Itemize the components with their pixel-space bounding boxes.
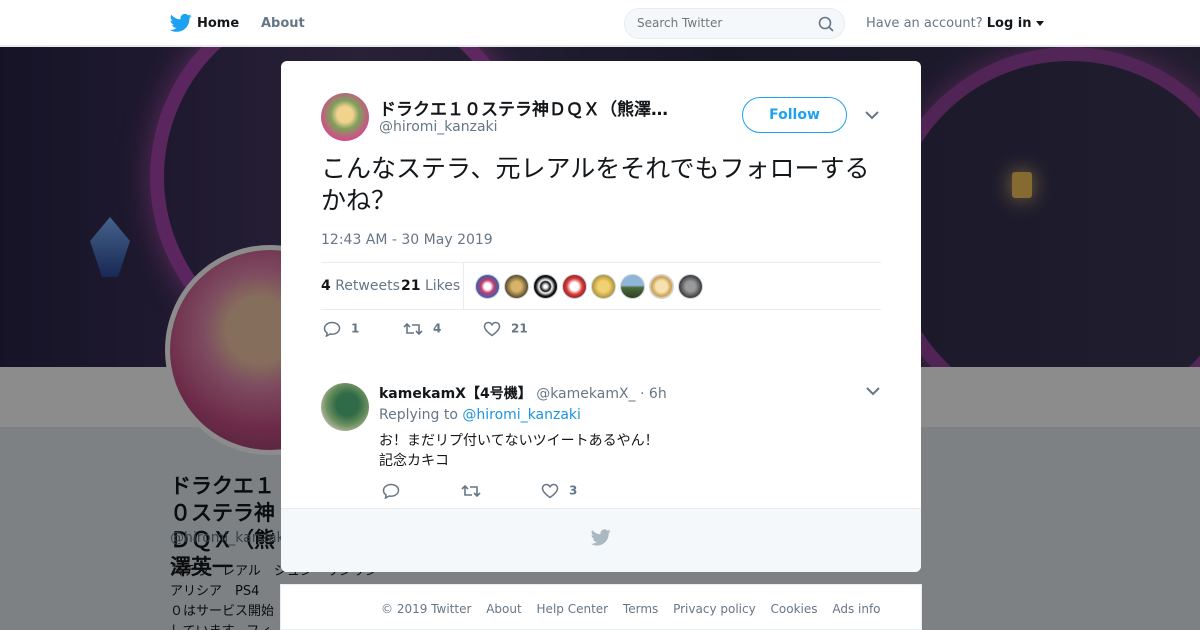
chevron-down-icon[interactable] [865, 111, 879, 120]
search-icon[interactable] [818, 16, 834, 32]
reply-icon[interactable] [382, 483, 400, 500]
liker-avatar[interactable] [533, 274, 558, 299]
like-count: 21 [511, 321, 528, 336]
footer-link-ads[interactable]: Ads info [832, 602, 880, 616]
footer-link-about[interactable]: About [486, 602, 521, 616]
reply-action[interactable]: 1 [323, 321, 360, 338]
liker-avatar[interactable] [591, 274, 616, 299]
login-link[interactable]: Log in [987, 16, 1032, 31]
footer-links: © 2019 Twitter About Help Center Terms P… [381, 602, 892, 616]
footer-copyright: © 2019 Twitter [381, 602, 472, 616]
reply-icon[interactable] [323, 321, 341, 338]
reply-like-count: 3 [569, 483, 578, 498]
tweet-text: こんなステラ、元レアルをそれでもフォローするかね？ [321, 154, 870, 215]
like-action[interactable]: 21 [483, 321, 528, 337]
follow-button[interactable]: Follow [742, 97, 847, 133]
author-handle[interactable]: @hiromi_kanzaki [379, 119, 498, 135]
liker-avatar[interactable] [504, 274, 529, 299]
replying-handle-link[interactable]: @hiromi_kanzaki [462, 407, 581, 423]
reply-header: kamekamX【4号機】 @kamekamX_ · 6h [379, 383, 667, 403]
top-nav: Home About Have an account? Log in [0, 0, 1200, 46]
tweet-modal: ドラクエ１０ステラ神ＤＱＸ（熊澤… @hiromi_kanzaki Follow… [281, 61, 921, 572]
liker-avatar[interactable] [475, 274, 500, 299]
footer-link-help[interactable]: Help Center [537, 602, 609, 616]
reply-text: お！まだリプ付いてないツイートあるやん！ 記念カキコ [379, 431, 659, 471]
tweet-timestamp[interactable]: 12:43 AM - 30 May 2019 [321, 232, 493, 248]
nav-about[interactable]: About [261, 16, 305, 31]
liker-avatar[interactable] [678, 274, 703, 299]
reply-retweet-action[interactable] [461, 483, 491, 499]
likes-stat[interactable]: 21 Likes [401, 278, 460, 294]
liker-avatar[interactable] [649, 274, 674, 299]
reply-text-line: 記念カキコ [379, 453, 449, 469]
likes-label: Likes [424, 278, 461, 294]
author-name[interactable]: ドラクエ１０ステラ神ＤＱＸ（熊澤… [379, 95, 689, 120]
caret-down-icon[interactable] [1035, 21, 1044, 27]
reply-author-name[interactable]: kamekamX【4号機】 [379, 386, 532, 402]
search-box[interactable] [624, 8, 845, 39]
author-avatar[interactable] [321, 93, 369, 141]
retweets-count: 4 [321, 278, 331, 294]
liker-avatar[interactable] [620, 274, 645, 299]
reply-actions: 3 [379, 481, 679, 503]
reply-time[interactable]: · 6h [640, 386, 667, 402]
tweet-actions: 1 4 21 [321, 319, 881, 343]
modal-footer [281, 508, 921, 572]
search-input[interactable] [637, 16, 807, 30]
retweets-label: Retweets [335, 278, 400, 294]
nav-home[interactable]: Home [197, 16, 239, 31]
chevron-down-icon[interactable] [866, 387, 880, 396]
likes-count: 21 [401, 278, 421, 294]
stats-divider [463, 263, 464, 309]
page-footer: © 2019 Twitter About Help Center Terms P… [280, 584, 922, 630]
retweet-icon[interactable] [403, 321, 423, 337]
retweets-stat[interactable]: 4 Retweets [321, 278, 400, 294]
reply-author-handle[interactable]: @kamekamX_ [536, 386, 635, 402]
liker-avatar[interactable] [562, 274, 587, 299]
reply-like-action[interactable]: 3 [541, 483, 577, 499]
twitter-bird-icon[interactable] [170, 13, 192, 33]
like-icon[interactable] [541, 483, 559, 499]
reply-text-line: お！まだリプ付いてないツイートあるやん！ [379, 433, 659, 449]
close-icon[interactable] [1156, 14, 1176, 34]
tweet-stats: 4 Retweets 21 Likes [321, 262, 881, 310]
footer-link-privacy[interactable]: Privacy policy [673, 602, 756, 616]
retweet-action[interactable]: 4 [403, 321, 441, 337]
replying-label: Replying to [379, 407, 458, 423]
reply-reply-action[interactable] [382, 483, 410, 500]
footer-link-cookies[interactable]: Cookies [771, 602, 818, 616]
reply-count: 1 [351, 321, 360, 336]
reply-avatar[interactable] [321, 383, 369, 431]
footer-link-terms[interactable]: Terms [623, 602, 658, 616]
account-area: Have an account? Log in [866, 16, 1044, 31]
replying-to: Replying to @hiromi_kanzaki [379, 407, 581, 423]
retweet-count: 4 [433, 321, 442, 336]
like-icon[interactable] [483, 321, 501, 337]
retweet-icon[interactable] [461, 483, 481, 499]
account-prompt: Have an account? [866, 16, 983, 31]
twitter-bird-icon [591, 529, 611, 546]
